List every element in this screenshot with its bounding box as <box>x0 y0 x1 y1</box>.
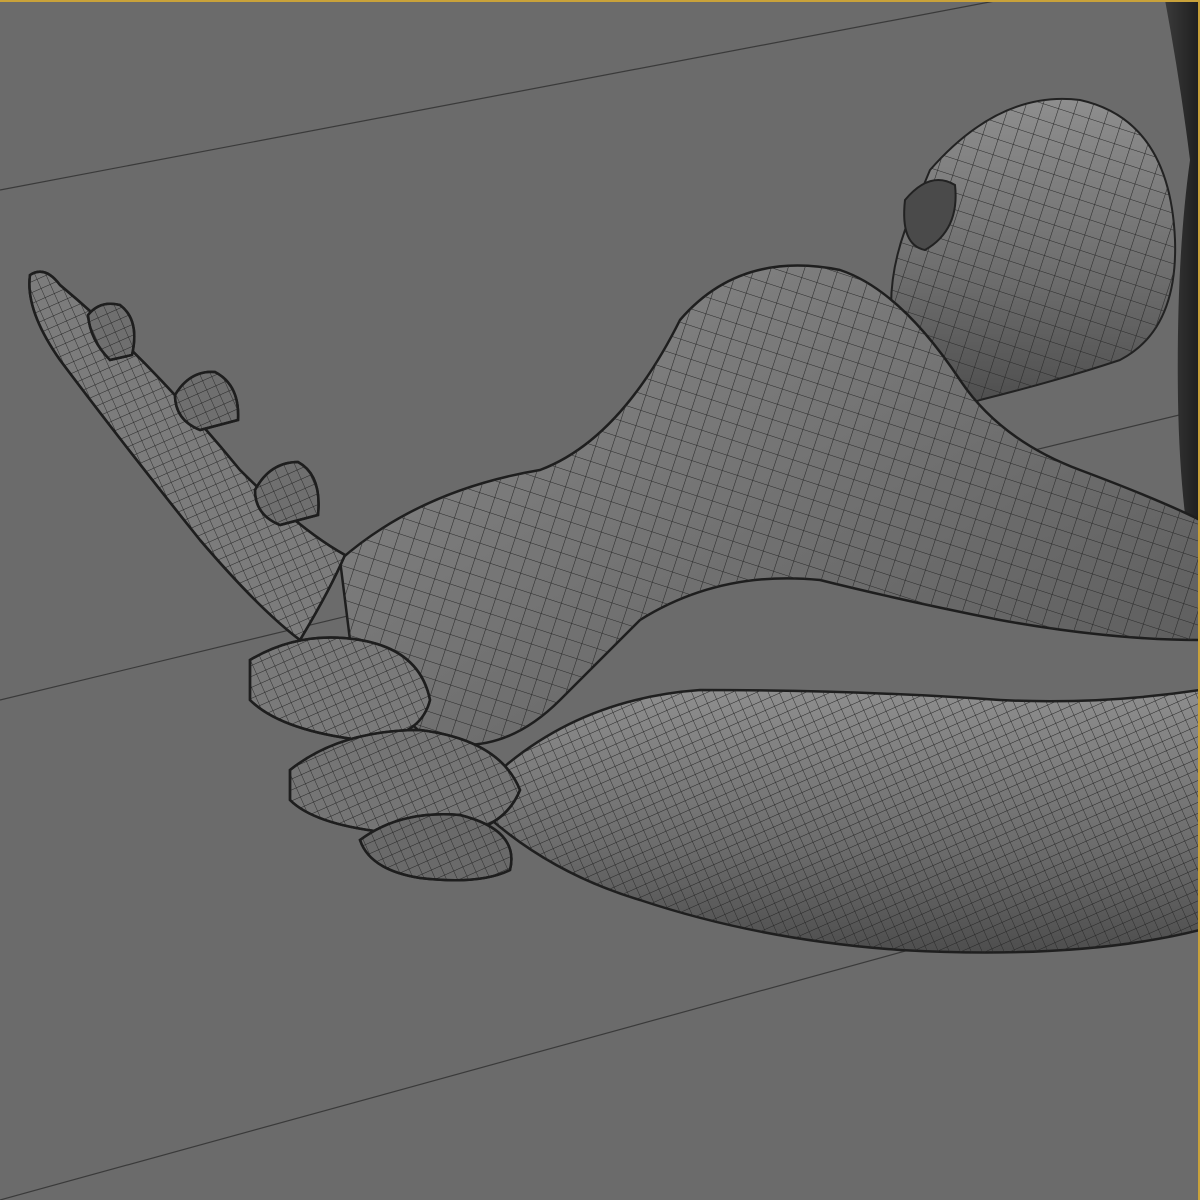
viewport-canvas[interactable] <box>0 0 1200 1200</box>
held-blade-mesh <box>28 270 347 642</box>
lower-arm-mesh <box>468 688 1200 954</box>
3d-viewport[interactable] <box>0 0 1200 1200</box>
grid-line <box>0 0 1001 191</box>
